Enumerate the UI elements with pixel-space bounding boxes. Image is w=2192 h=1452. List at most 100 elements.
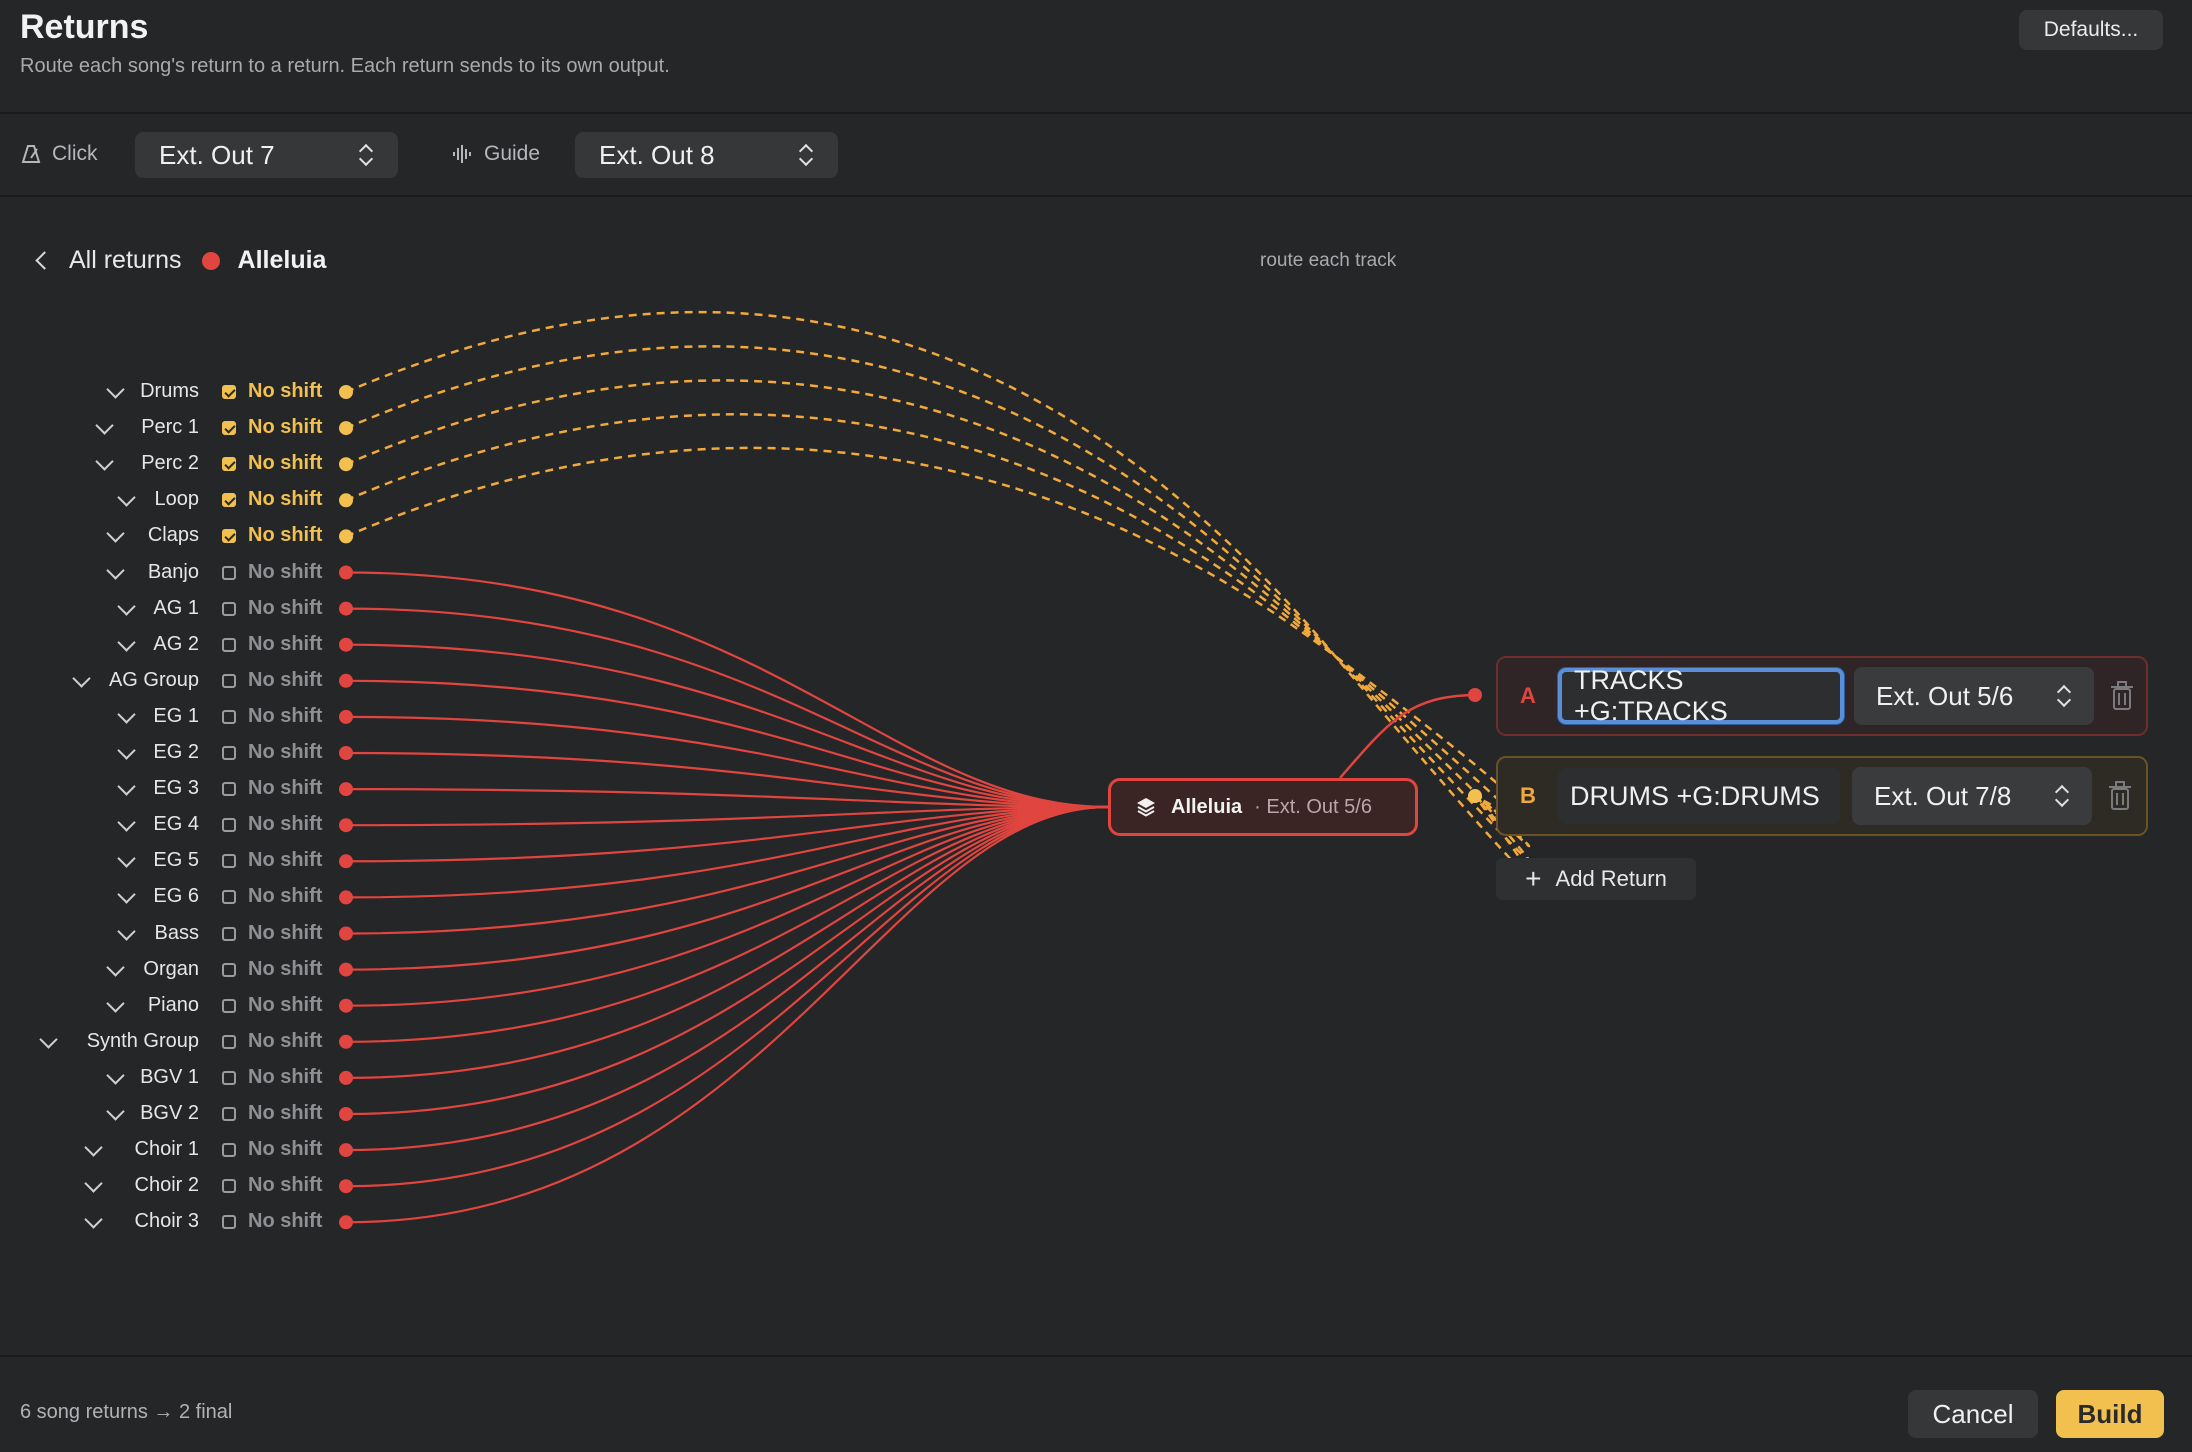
shift-checkbox[interactable]	[222, 529, 236, 543]
shift-checkbox[interactable]	[222, 638, 236, 652]
shift-label: No shift	[248, 1030, 323, 1052]
return-output-select[interactable]: Ext. Out 5/6	[1854, 667, 2094, 725]
track-port-dot[interactable]	[339, 673, 353, 688]
shift-label: No shift	[248, 633, 323, 655]
trash-icon[interactable]	[2108, 781, 2132, 811]
add-return-button[interactable]: + Add Return	[1496, 858, 1696, 900]
shift-label: No shift	[248, 524, 323, 546]
track-name: BGV 2	[140, 1102, 199, 1124]
shift-checkbox[interactable]	[222, 1179, 236, 1193]
shift-label: No shift	[248, 561, 323, 583]
build-button[interactable]: Build	[2056, 1390, 2164, 1438]
return-output-value: Ext. Out 7/8	[1874, 780, 2012, 811]
add-return-label: Add Return	[1555, 866, 1667, 891]
song-node-output: · Ext. Out 5/6	[1254, 795, 1372, 818]
track-port-dot[interactable]	[339, 1034, 353, 1049]
track-name: EG 2	[153, 741, 199, 763]
track-port-dot[interactable]	[339, 926, 353, 941]
return-name-input[interactable]: DRUMS +G:DRUMS	[1558, 768, 1840, 824]
shift-label: No shift	[248, 452, 323, 474]
track-port-dot[interactable]	[339, 421, 353, 436]
shift-checkbox[interactable]	[222, 674, 236, 688]
shift-label: No shift	[248, 813, 323, 835]
cancel-button[interactable]: Cancel	[1908, 1390, 2038, 1438]
trash-icon[interactable]	[2110, 681, 2134, 711]
track-name: Perc 2	[141, 452, 199, 474]
shift-checkbox[interactable]	[222, 493, 236, 507]
return-output-select[interactable]: Ext. Out 7/8	[1852, 767, 2092, 825]
track-port-dot[interactable]	[339, 782, 353, 797]
shift-checkbox[interactable]	[222, 1071, 236, 1085]
shift-checkbox[interactable]	[222, 746, 236, 760]
track-port-dot[interactable]	[339, 962, 353, 977]
track-port-dot[interactable]	[339, 998, 353, 1013]
return-port-dot[interactable]	[1468, 688, 1482, 702]
track-port-dot[interactable]	[339, 890, 353, 905]
shift-checkbox[interactable]	[222, 818, 236, 832]
shift-label: No shift	[248, 380, 323, 402]
shift-label: No shift	[248, 1174, 323, 1196]
return-name-input[interactable]: TRACKS +G:TRACKS	[1558, 665, 1844, 726]
shift-checkbox[interactable]	[222, 457, 236, 471]
track-port-dot[interactable]	[339, 818, 353, 833]
song-node[interactable]: Alleluia · Ext. Out 5/6	[1108, 778, 1418, 836]
track-wire	[345, 805, 1109, 1224]
shift-checkbox[interactable]	[222, 854, 236, 868]
track-port-dot[interactable]	[339, 854, 353, 869]
shift-checkbox[interactable]	[222, 421, 236, 435]
footer-summary: 6 song returns → 2 final	[20, 1401, 233, 1423]
track-port-dot[interactable]	[339, 1215, 353, 1230]
shift-label: No shift	[248, 1102, 323, 1124]
shift-checkbox[interactable]	[222, 602, 236, 616]
track-port-dot[interactable]	[339, 457, 353, 472]
updown-chevron-icon	[2056, 683, 2072, 709]
shift-label: No shift	[248, 1066, 323, 1088]
track-name: Banjo	[147, 561, 199, 583]
track-port-dot[interactable]	[339, 601, 353, 616]
shift-checkbox[interactable]	[222, 385, 236, 399]
track-wire	[345, 805, 1109, 1188]
track-port-dot[interactable]	[339, 385, 353, 399]
shift-label: No shift	[248, 416, 323, 438]
track-port-dot[interactable]	[339, 1143, 353, 1158]
track-port-dot[interactable]	[339, 637, 353, 652]
shift-checkbox[interactable]	[222, 927, 236, 941]
track-wire	[345, 805, 1109, 1079]
shift-label: No shift	[248, 849, 323, 871]
return-letter: B	[1520, 783, 1536, 808]
return-port-dot[interactable]	[1468, 789, 1482, 803]
shift-checkbox[interactable]	[222, 963, 236, 977]
node-to-return-wire	[1339, 693, 1476, 779]
shift-checkbox[interactable]	[222, 710, 236, 724]
shift-checkbox[interactable]	[222, 1035, 236, 1049]
return-name-value: TRACKS +G:TRACKS	[1574, 665, 1728, 726]
track-port-dot[interactable]	[339, 1070, 353, 1085]
track-name: AG 1	[153, 597, 199, 619]
track-port-dot[interactable]	[339, 529, 353, 544]
track-name: Loop	[154, 488, 200, 510]
shift-label: No shift	[248, 777, 323, 799]
track-port-dot[interactable]	[339, 493, 353, 508]
shift-label: No shift	[248, 885, 323, 907]
shift-checkbox[interactable]	[222, 1143, 236, 1157]
track-wire	[345, 643, 1109, 809]
plus-icon: +	[1525, 863, 1542, 894]
track-name: Drums	[140, 380, 199, 402]
shift-checkbox[interactable]	[222, 566, 236, 580]
shift-checkbox[interactable]	[222, 1215, 236, 1229]
track-name: Choir 3	[134, 1210, 199, 1232]
song-node-name: Alleluia	[1171, 795, 1243, 818]
shift-checkbox[interactable]	[222, 890, 236, 904]
shift-checkbox[interactable]	[222, 782, 236, 796]
shift-checkbox[interactable]	[222, 1107, 236, 1121]
track-name: Choir 1	[134, 1138, 199, 1160]
track-port-dot[interactable]	[339, 709, 353, 724]
shift-label: No shift	[248, 958, 323, 980]
shift-checkbox[interactable]	[222, 999, 236, 1013]
track-port-dot[interactable]	[339, 565, 353, 580]
track-port-dot[interactable]	[339, 1179, 353, 1194]
shift-label: No shift	[248, 994, 323, 1016]
track-port-dot[interactable]	[339, 746, 353, 760]
track-port-dot[interactable]	[339, 1107, 353, 1121]
shift-label: No shift	[248, 597, 323, 619]
